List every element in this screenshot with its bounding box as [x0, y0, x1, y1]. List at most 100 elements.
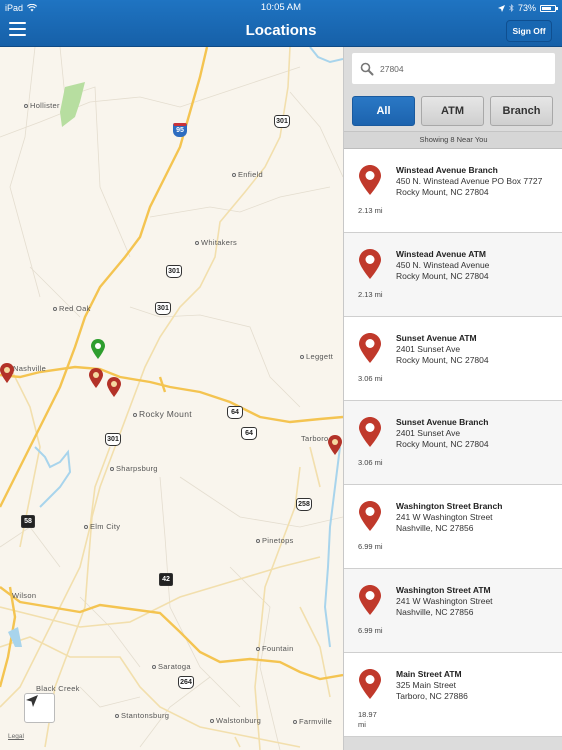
nc-58-shield: 58 — [21, 515, 35, 528]
map-view[interactable]: Hollister Enfield Whitakers Red Oak Nash… — [0, 47, 343, 750]
place-label: Elm City — [84, 522, 120, 531]
location-distance: 3.06 mi — [358, 374, 383, 383]
location-pin-icon — [359, 669, 381, 699]
sign-off-button[interactable]: Sign Off — [506, 20, 552, 42]
location-name: Sunset Avenue ATM — [396, 333, 477, 343]
location-pin-icon — [359, 501, 381, 531]
place-label: Farmville — [293, 717, 332, 726]
location-address-line2: Nashville, NC 27856 — [396, 523, 474, 533]
clock: 10:05 AM — [260, 2, 302, 13]
location-distance: 2.13 mi — [358, 206, 383, 215]
location-name: Main Street ATM — [396, 669, 462, 679]
location-list-item[interactable]: 2.13 mi Winstead Avenue ATM 450 N. Winst… — [344, 233, 562, 317]
place-label: Hollister — [24, 101, 60, 110]
location-distance: 2.13 mi — [358, 290, 383, 299]
location-address-line2: Rocky Mount, NC 27804 — [396, 355, 489, 365]
place-label: Enfield — [232, 170, 263, 179]
location-name: Winstead Avenue Branch — [396, 165, 498, 175]
filter-segmented-control: All ATM Branch — [352, 96, 553, 126]
location-address-line1: 2401 Sunset Ave — [396, 344, 461, 354]
current-location-button[interactable] — [24, 693, 55, 723]
location-name: Sunset Avenue Branch — [396, 417, 489, 427]
location-distance: 3.06 mi — [358, 458, 383, 467]
location-address-line2: Rocky Mount, NC 27804 — [396, 187, 489, 197]
place-label: Wilson — [12, 591, 37, 600]
place-label: Black Creek — [36, 684, 80, 693]
location-list-item[interactable]: 6.99 mi Washington Street ATM 241 W Wash… — [344, 569, 562, 653]
place-label: Walstonburg — [210, 716, 261, 725]
map-pin-current-location[interactable] — [91, 339, 105, 359]
place-label: Saratoga — [152, 662, 191, 671]
location-pin-icon — [359, 585, 381, 615]
map-pin-winstead-avenue[interactable] — [107, 377, 121, 397]
place-label: Tarboro — [301, 434, 329, 443]
us-301-shield: 301 — [155, 302, 171, 315]
place-label: Whitakers — [195, 238, 237, 247]
us-64-shield: 64 — [227, 406, 243, 419]
location-distance: 6.99 mi — [358, 542, 383, 551]
us-301-shield: 301 — [274, 115, 290, 128]
location-pin-icon — [359, 417, 381, 447]
location-address-line2: Nashville, NC 27856 — [396, 607, 474, 617]
location-address-line1: 450 N. Winstead Avenue — [396, 260, 490, 270]
park-area — [60, 82, 85, 127]
location-list-item[interactable]: 3.06 mi Sunset Avenue ATM 2401 Sunset Av… — [344, 317, 562, 401]
us-64-shield: 64 — [241, 427, 257, 440]
location-services-icon — [497, 4, 505, 12]
place-label: Nashville — [13, 364, 47, 373]
us-301-shield: 301 — [105, 433, 121, 446]
location-address-line1: 450 N. Winstead Avenue PO Box 7727 — [396, 176, 543, 186]
location-pin-icon — [359, 333, 381, 363]
us-258-shield: 258 — [296, 498, 312, 511]
place-label: Sharpsburg — [110, 464, 158, 473]
map-pin-washington-street[interactable] — [0, 363, 14, 383]
nc-42-shield: 42 — [159, 573, 173, 586]
location-name: Washington Street ATM — [396, 585, 491, 595]
filter-atm-button[interactable]: ATM — [421, 96, 484, 126]
bluetooth-icon — [509, 4, 514, 12]
location-list-item[interactable]: 3.06 mi Sunset Avenue Branch 2401 Sunset… — [344, 401, 562, 485]
navigation-bar: iPad 10:05 AM 73% Locations Sign Off — [0, 0, 562, 47]
location-address-line2: Rocky Mount, NC 27804 — [396, 271, 489, 281]
battery-percent: 73% — [517, 3, 536, 13]
location-address-line1: 2401 Sunset Ave — [396, 428, 461, 438]
location-arrow-icon — [26, 695, 38, 707]
search-icon — [360, 62, 374, 75]
place-label: Rocky Mount — [133, 409, 192, 419]
search-input[interactable] — [380, 63, 540, 74]
location-address-line1: 241 W Washington Street — [396, 512, 493, 522]
interstate-95-shield: 95 — [173, 123, 187, 137]
place-label: Stantonsburg — [115, 711, 169, 720]
legal-link[interactable]: Legal — [8, 733, 24, 740]
location-distance: 18.97 mi — [358, 710, 377, 729]
search-box[interactable] — [352, 53, 555, 84]
battery-fill — [542, 6, 551, 10]
locations-panel: All ATM Branch Showing 8 Near You 2.13 m… — [343, 47, 562, 750]
location-pin-icon — [359, 249, 381, 279]
battery-icon — [540, 4, 558, 12]
location-name: Winstead Avenue ATM — [396, 249, 486, 259]
page-title: Locations — [245, 22, 317, 39]
locations-list[interactable]: 2.13 mi Winstead Avenue Branch 450 N. Wi… — [344, 149, 562, 737]
us-264-shield: 264 — [178, 676, 194, 689]
location-distance: 6.99 mi — [358, 626, 383, 635]
location-list-item[interactable]: 18.97 mi Main Street ATM 325 Main Street… — [344, 653, 562, 737]
filter-all-button[interactable]: All — [352, 96, 415, 126]
location-address-line2: Tarboro, NC 27886 — [396, 691, 468, 701]
place-label: Pinetops — [256, 536, 294, 545]
location-list-item[interactable]: 2.13 mi Winstead Avenue Branch 450 N. Wi… — [344, 149, 562, 233]
location-address-line1: 325 Main Street — [396, 680, 457, 690]
place-label: Fountain — [256, 644, 294, 653]
location-address-line2: Rocky Mount, NC 27804 — [396, 439, 489, 449]
map-pin-sunset-avenue[interactable] — [89, 368, 103, 388]
filter-branch-button[interactable]: Branch — [490, 96, 553, 126]
location-pin-icon — [359, 165, 381, 195]
place-label: Leggett — [300, 352, 333, 361]
us-301-shield: 301 — [166, 265, 182, 278]
location-name: Washington Street Branch — [396, 501, 503, 511]
location-list-item[interactable]: 6.99 mi Washington Street Branch 241 W W… — [344, 485, 562, 569]
map-pin-main-street[interactable] — [328, 435, 342, 455]
location-address-line1: 241 W Washington Street — [396, 596, 493, 606]
results-summary: Showing 8 Near You — [344, 131, 562, 149]
place-label: Red Oak — [53, 304, 91, 313]
